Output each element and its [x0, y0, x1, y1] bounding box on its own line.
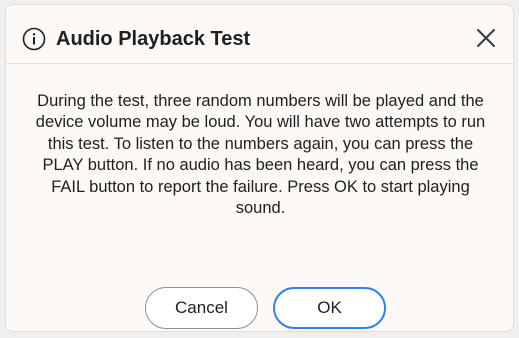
dialog-message: During the test, three random numbers wi… — [35, 92, 486, 218]
cancel-button[interactable]: Cancel — [145, 287, 258, 329]
audio-playback-test-dialog: Audio Playback Test During the test, thr… — [5, 4, 514, 332]
close-icon[interactable] — [473, 25, 499, 51]
dialog-header: Audio Playback Test — [6, 5, 513, 63]
header-divider — [6, 63, 513, 64]
dialog-title: Audio Playback Test — [56, 28, 251, 50]
ok-button[interactable]: OK — [273, 287, 386, 329]
info-icon — [22, 27, 46, 51]
